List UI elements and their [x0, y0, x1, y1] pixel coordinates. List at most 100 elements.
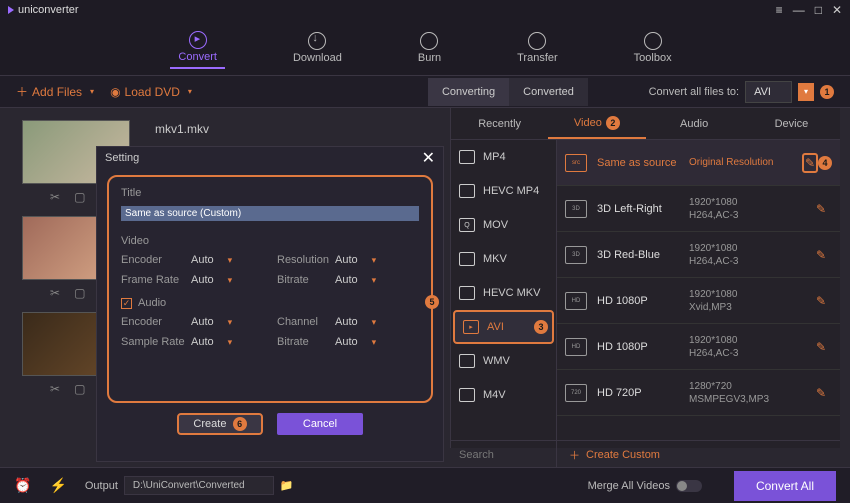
minimize-icon[interactable]: — [793, 3, 805, 17]
cut-icon[interactable]: ✂ [50, 190, 60, 204]
format-hevc-mp4[interactable]: HEVC MP4 [451, 174, 556, 208]
resolution-select[interactable]: Auto [335, 253, 393, 267]
audio-bitrate-label: Bitrate [277, 336, 335, 348]
tab-audio[interactable]: Audio [646, 108, 743, 139]
resolution-item[interactable]: src Same as source Original Resolution ✎… [557, 140, 840, 186]
step-badge-3: 3 [534, 320, 548, 334]
resolution-item[interactable]: 720HD 720P1280*720MSMPEGV3,MP3✎ [557, 370, 840, 416]
tab-recently[interactable]: Recently [451, 108, 548, 139]
toolbar: ＋ Add Files▾ ◉ Load DVD▾ Converting Conv… [0, 76, 850, 108]
format-m4v[interactable]: M4V [451, 378, 556, 412]
add-files-button[interactable]: ＋ Add Files▾ [16, 83, 94, 100]
app-name: uniconverter [18, 4, 79, 16]
output-label: Output [85, 480, 118, 492]
status-tabs: Converting Converted [428, 78, 588, 106]
nav-toolbox[interactable]: Toolbox [626, 28, 680, 68]
format-mov[interactable]: QMOV [451, 208, 556, 242]
crop-icon[interactable]: ▢ [74, 286, 85, 300]
search-input[interactable]: Search [451, 441, 557, 468]
format-mkv[interactable]: MKV [451, 242, 556, 276]
flash-icon[interactable]: ⚡ [49, 477, 66, 494]
tab-video[interactable]: Video2 [548, 108, 645, 139]
load-dvd-button[interactable]: ◉ Load DVD▾ [110, 85, 192, 99]
transfer-icon [528, 32, 546, 50]
chevron-down-icon[interactable]: ▾ [188, 87, 192, 96]
file-icon [459, 354, 475, 368]
channel-select[interactable]: Auto [335, 315, 393, 329]
preset-icon: 720 [565, 384, 587, 402]
preset-icon: src [565, 154, 587, 172]
file-icon [459, 150, 475, 164]
crop-icon[interactable]: ▢ [74, 382, 85, 396]
edit-icon[interactable]: ✎ [816, 340, 832, 354]
format-panel: Recently Video2 Audio Device MP4 HEVC MP… [450, 108, 840, 448]
audio-section-label: Audio [138, 297, 166, 309]
audio-encoder-select[interactable]: Auto [191, 315, 249, 329]
format-select[interactable]: AVI [745, 81, 792, 103]
step-badge-5: 5 [425, 295, 439, 309]
format-wmv[interactable]: WMV [451, 344, 556, 378]
format-hevc-mkv[interactable]: HEVC MKV [451, 276, 556, 310]
titlebar: uniconverter ≡ — □ ✕ [0, 0, 850, 20]
edit-icon[interactable]: ✎ [816, 202, 832, 216]
file-icon: Q [459, 218, 475, 232]
edit-icon[interactable]: ✎ [802, 153, 818, 173]
nav-transfer[interactable]: Transfer [509, 28, 566, 68]
edit-icon[interactable]: ✎ [816, 248, 832, 262]
browse-icon[interactable]: 📁 [280, 479, 294, 492]
resolution-item[interactable]: HDHD 1080P1920*1080Xvid,MP3✎ [557, 278, 840, 324]
edit-icon[interactable]: ✎ [816, 386, 832, 400]
dialog-title: Setting [105, 152, 139, 164]
cancel-button[interactable]: Cancel [277, 413, 363, 435]
audio-checkbox[interactable]: ✓ [121, 298, 132, 309]
maximize-icon[interactable]: □ [815, 3, 822, 17]
tab-converted[interactable]: Converted [509, 78, 588, 106]
framerate-select[interactable]: Auto [191, 273, 249, 287]
cut-icon[interactable]: ✂ [50, 382, 60, 396]
step-badge-4: 4 [818, 156, 832, 170]
tab-converting[interactable]: Converting [428, 78, 509, 106]
audio-bitrate-select[interactable]: Auto [335, 335, 393, 349]
convert-icon [189, 31, 207, 49]
create-button[interactable]: Create 6 [177, 413, 263, 435]
edit-icon[interactable]: ✎ [816, 294, 832, 308]
close-icon[interactable]: ✕ [422, 148, 435, 168]
title-input[interactable] [121, 206, 419, 221]
nav-convert[interactable]: Convert [170, 27, 225, 69]
merge-toggle[interactable] [676, 480, 702, 492]
encoder-label: Encoder [121, 254, 191, 266]
resolution-item[interactable]: 3D3D Red-Blue1920*1080H264,AC-3✎ [557, 232, 840, 278]
format-dropdown-button[interactable]: ▾ [798, 83, 814, 101]
output-group: Output D:\UniConvert\Converted 📁 [85, 476, 294, 495]
nav-burn[interactable]: Burn [410, 28, 449, 68]
window-controls: ≡ — □ ✕ [776, 3, 842, 17]
nav-download[interactable]: Download [285, 28, 350, 68]
toolbox-icon [644, 32, 662, 50]
title-label: Title [121, 187, 419, 199]
file-icon [459, 388, 475, 402]
file-icon [459, 252, 475, 266]
video-bitrate-select[interactable]: Auto [335, 273, 393, 287]
close-icon[interactable]: ✕ [832, 3, 842, 17]
resolution-list: src Same as source Original Resolution ✎… [557, 140, 840, 440]
menu-icon[interactable]: ≡ [776, 3, 783, 17]
tab-device[interactable]: Device [743, 108, 840, 139]
setting-dialog: Setting ✕ Title Video Encoder Auto Resol… [96, 146, 444, 462]
crop-icon[interactable]: ▢ [74, 190, 85, 204]
resolution-item[interactable]: HDHD 1080P1920*1080H264,AC-3✎ [557, 324, 840, 370]
samplerate-select[interactable]: Auto [191, 335, 249, 349]
video-encoder-select[interactable]: Auto [191, 253, 249, 267]
resolution-item[interactable]: 3D3D Left-Right1920*1080H264,AC-3✎ [557, 186, 840, 232]
alarm-icon[interactable]: ⏰ [14, 477, 31, 494]
convert-all-button[interactable]: Convert All [734, 471, 836, 501]
format-list: MP4 HEVC MP4 QMOV MKV HEVC MKV ▸AVI3 WMV… [451, 140, 557, 440]
create-custom-button[interactable]: ＋ Create Custom [557, 447, 660, 463]
preset-icon: HD [565, 292, 587, 310]
format-mp4[interactable]: MP4 [451, 140, 556, 174]
chevron-down-icon[interactable]: ▾ [90, 87, 94, 96]
cut-icon[interactable]: ✂ [50, 286, 60, 300]
format-avi[interactable]: ▸AVI3 [453, 310, 554, 344]
output-path[interactable]: D:\UniConvert\Converted [124, 476, 274, 495]
samplerate-label: Sample Rate [121, 336, 191, 348]
app-logo: uniconverter [8, 4, 79, 16]
